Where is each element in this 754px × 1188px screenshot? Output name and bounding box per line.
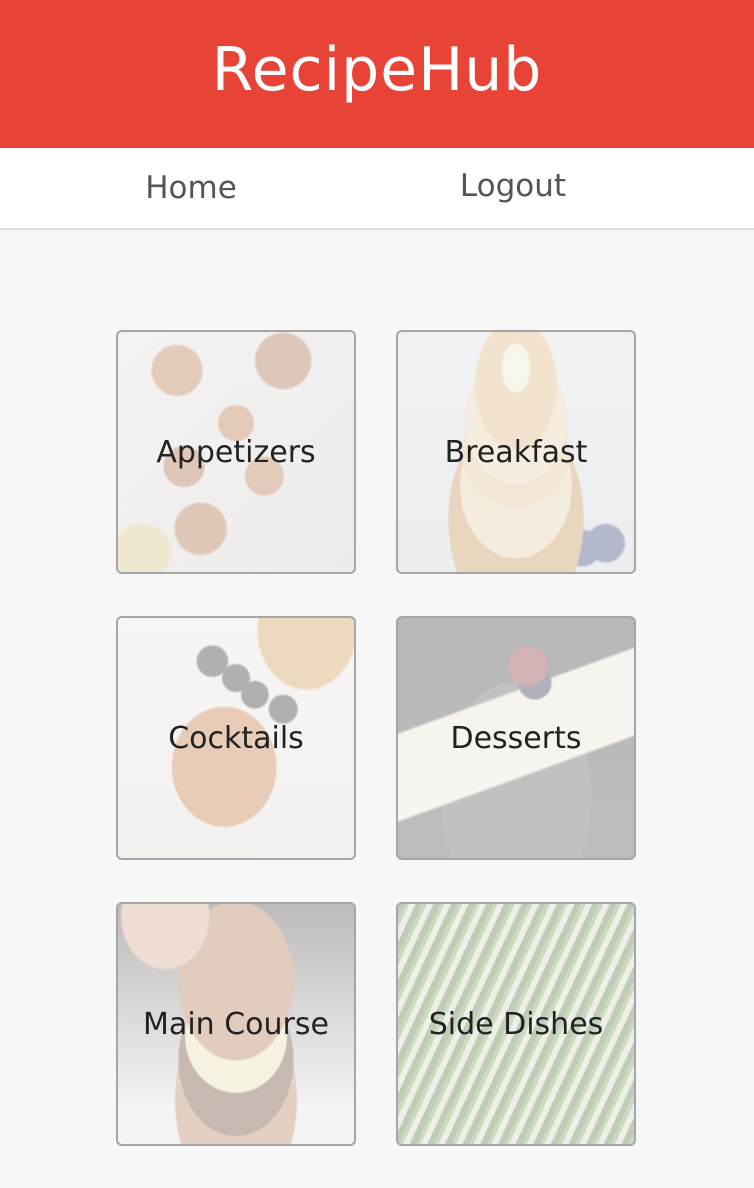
- category-card-desserts[interactable]: Desserts: [396, 616, 636, 860]
- category-label: Breakfast: [444, 434, 588, 470]
- category-label: Cocktails: [168, 720, 304, 756]
- top-nav: Home Logout: [0, 148, 754, 230]
- category-card-breakfast[interactable]: Breakfast: [396, 330, 636, 574]
- category-label: Side Dishes: [428, 1006, 604, 1042]
- category-card-main-course[interactable]: Main Course: [116, 902, 356, 1146]
- app-title: RecipeHub: [211, 35, 543, 105]
- nav-logout-link[interactable]: Logout: [352, 144, 754, 228]
- category-label: Desserts: [450, 720, 582, 756]
- category-label: Main Course: [143, 1006, 329, 1042]
- category-label: Appetizers: [156, 434, 316, 470]
- category-card-side-dishes[interactable]: Side Dishes: [396, 902, 636, 1146]
- category-card-cocktails[interactable]: Cocktails: [116, 616, 356, 860]
- category-card-appetizers[interactable]: Appetizers: [116, 330, 356, 574]
- app-header: RecipeHub: [0, 0, 754, 148]
- category-grid: Appetizers Breakfast Cocktails Desserts …: [116, 330, 636, 1146]
- nav-home-link[interactable]: Home: [0, 148, 352, 228]
